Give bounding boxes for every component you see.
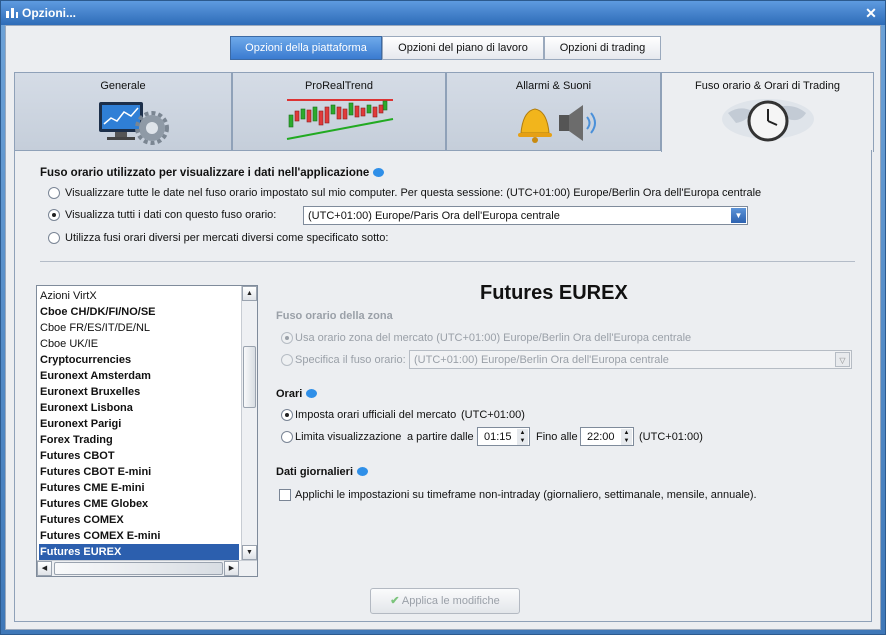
checkmark-icon: ✔ — [390, 595, 400, 607]
hours-heading: Orari — [276, 388, 318, 400]
scroll-left-icon[interactable]: ◀ — [37, 561, 52, 576]
tab-workspace-options[interactable]: Opzioni del piano di lavoro — [382, 36, 544, 60]
from-time-value: 01:15 — [484, 431, 512, 443]
stepper-up-icon[interactable]: ▲ — [621, 429, 632, 437]
trend-chart-icon — [286, 99, 394, 140]
list-item[interactable]: Futures CBOT — [39, 448, 239, 464]
daily-checkbox-label: Applichi le impostazioni su timeframe no… — [295, 489, 757, 501]
option-per-market-timezone-label: Utilizza fusi orari diversi per mercati … — [65, 232, 389, 244]
list-item[interactable]: Futures COMEX E-mini — [39, 528, 239, 544]
chevron-down-icon[interactable]: ▽ — [835, 352, 850, 367]
apply-button-label: Applica le modifiche — [401, 595, 500, 607]
market-title: Futures EUREX — [480, 282, 628, 304]
scroll-down-icon[interactable]: ▼ — [242, 545, 257, 560]
list-horizontal-scrollbar[interactable]: ◀ ▶ — [37, 560, 257, 576]
separator — [40, 261, 855, 262]
list-item[interactable]: Cboe CH/DK/FI/NO/SE — [39, 304, 239, 320]
radio-per-market-timezone[interactable] — [48, 232, 60, 244]
zone-heading: Fuso orario della zona — [276, 310, 393, 322]
tab-alarms-sounds-label: Allarmi & Suoni — [515, 80, 592, 92]
tab-timezone-hours-label: Fuso orario & Orari di Trading — [695, 80, 840, 92]
stepper-up-icon[interactable]: ▲ — [517, 429, 528, 437]
timezone-select-value: (UTC+01:00) Europe/Paris Ora dell'Europa… — [308, 210, 560, 222]
scroll-up-icon[interactable]: ▲ — [242, 286, 257, 301]
list-item[interactable]: Euronext Lisbona — [39, 400, 239, 416]
limit-hours-label: Limita visualizzazione — [295, 431, 402, 443]
timezone-select[interactable]: (UTC+01:00) Europe/Paris Ora dell'Europa… — [303, 206, 748, 225]
dialog-body: Opzioni della piattaforma Opzioni del pi… — [5, 25, 881, 630]
chevron-down-icon[interactable]: ▼ — [731, 208, 746, 223]
to-label: Fino alle — [536, 431, 578, 443]
radio-specify-zone[interactable] — [281, 354, 293, 366]
tab-trading-options[interactable]: Opzioni di trading — [544, 36, 661, 60]
hscroll-thumb[interactable] — [54, 562, 223, 575]
monitor-gear-icon — [99, 102, 169, 145]
info-bubble-icon[interactable] — [306, 389, 318, 398]
tab-prorealtrend[interactable]: ProRealTrend — [232, 72, 446, 151]
to-time-value: 22:00 — [587, 431, 615, 443]
tab-timezone-hours[interactable]: Fuso orario & Orari di Trading — [661, 72, 874, 152]
list-item[interactable]: Futures EUREX — [39, 544, 239, 560]
close-icon[interactable]: ✕ — [863, 5, 879, 21]
tab-platform-options[interactable]: Opzioni della piattaforma — [230, 36, 382, 60]
stepper-down-icon[interactable]: ▼ — [517, 437, 528, 445]
tab-general[interactable]: Generale — [14, 72, 232, 151]
tab-general-label: Generale — [100, 80, 146, 92]
tab-prorealtrend-label: ProRealTrend — [304, 80, 374, 92]
info-bubble-icon[interactable] — [373, 168, 385, 177]
timezone-heading: Fuso orario utilizzato per visualizzare … — [40, 167, 385, 179]
radio-computer-timezone[interactable] — [48, 187, 60, 199]
scroll-right-icon[interactable]: ▶ — [224, 561, 239, 576]
list-item[interactable]: Cboe FR/ES/IT/DE/NL — [39, 320, 239, 336]
radio-market-zone[interactable] — [281, 332, 293, 344]
app-icon — [6, 8, 18, 18]
list-item[interactable]: Cryptocurrencies — [39, 352, 239, 368]
list-item[interactable]: Azioni VirtX — [39, 288, 239, 304]
limit-hours-tz: (UTC+01:00) — [639, 431, 703, 443]
daily-heading: Dati giornalieri — [276, 466, 369, 478]
from-time-stepper[interactable]: 01:15 ▲ ▼ — [477, 427, 530, 446]
title-bar[interactable]: Opzioni... ✕ — [1, 1, 885, 25]
specify-zone-label: Specifica il fuso orario: — [295, 354, 406, 366]
list-item[interactable]: Futures CME E-mini — [39, 480, 239, 496]
info-bubble-icon[interactable] — [357, 467, 369, 476]
list-vertical-scrollbar[interactable]: ▲ ▼ — [241, 286, 257, 560]
official-hours-tz: (UTC+01:00) — [461, 409, 525, 421]
window-title: Opzioni... — [22, 6, 76, 20]
option-fixed-timezone-label: Visualizza tutti i dati con questo fuso … — [65, 209, 277, 221]
tab-alarms-sounds[interactable]: Allarmi & Suoni — [446, 72, 661, 151]
zone-select-value: (UTC+01:00) Europe/Berlin Ora dell'Europ… — [414, 354, 669, 366]
list-item[interactable]: Futures CME Globex — [39, 496, 239, 512]
bell-speaker-icon — [518, 105, 596, 143]
daily-checkbox[interactable] — [279, 489, 291, 501]
list-item[interactable]: Forex Trading — [39, 432, 239, 448]
list-item[interactable]: Futures COMEX — [39, 512, 239, 528]
list-item[interactable]: Cboe UK/IE — [39, 336, 239, 352]
list-item[interactable]: Futures CBOT E-mini — [39, 464, 239, 480]
world-clock-icon — [722, 99, 814, 142]
stepper-down-icon[interactable]: ▼ — [621, 437, 632, 445]
option-computer-timezone-label: Visualizzare tutte le date nel fuso orar… — [65, 187, 762, 199]
radio-fixed-timezone[interactable] — [48, 209, 60, 221]
zone-select[interactable]: (UTC+01:00) Europe/Berlin Ora dell'Europ… — [409, 350, 852, 369]
from-label: a partire dalle — [407, 431, 474, 443]
list-item[interactable]: Euronext Bruxelles — [39, 384, 239, 400]
radio-official-hours[interactable] — [281, 409, 293, 421]
scroll-thumb[interactable] — [243, 346, 256, 408]
apply-button[interactable]: ✔ Applica le modifiche — [370, 588, 520, 614]
market-list[interactable]: Azioni VirtX Cboe CH/DK/FI/NO/SE Cboe FR/E… — [36, 285, 258, 577]
options-window: Opzioni... ✕ Opzioni della piattaforma O… — [0, 0, 886, 635]
official-hours-label: Imposta orari ufficiali del mercato — [295, 409, 457, 421]
market-zone-label: Usa orario zona del mercato (UTC+01:00) … — [295, 332, 692, 344]
radio-limit-hours[interactable] — [281, 431, 293, 443]
list-item[interactable]: Euronext Amsterdam — [39, 368, 239, 384]
list-item[interactable]: Euronext Parigi — [39, 416, 239, 432]
to-time-stepper[interactable]: 22:00 ▲ ▼ — [580, 427, 634, 446]
